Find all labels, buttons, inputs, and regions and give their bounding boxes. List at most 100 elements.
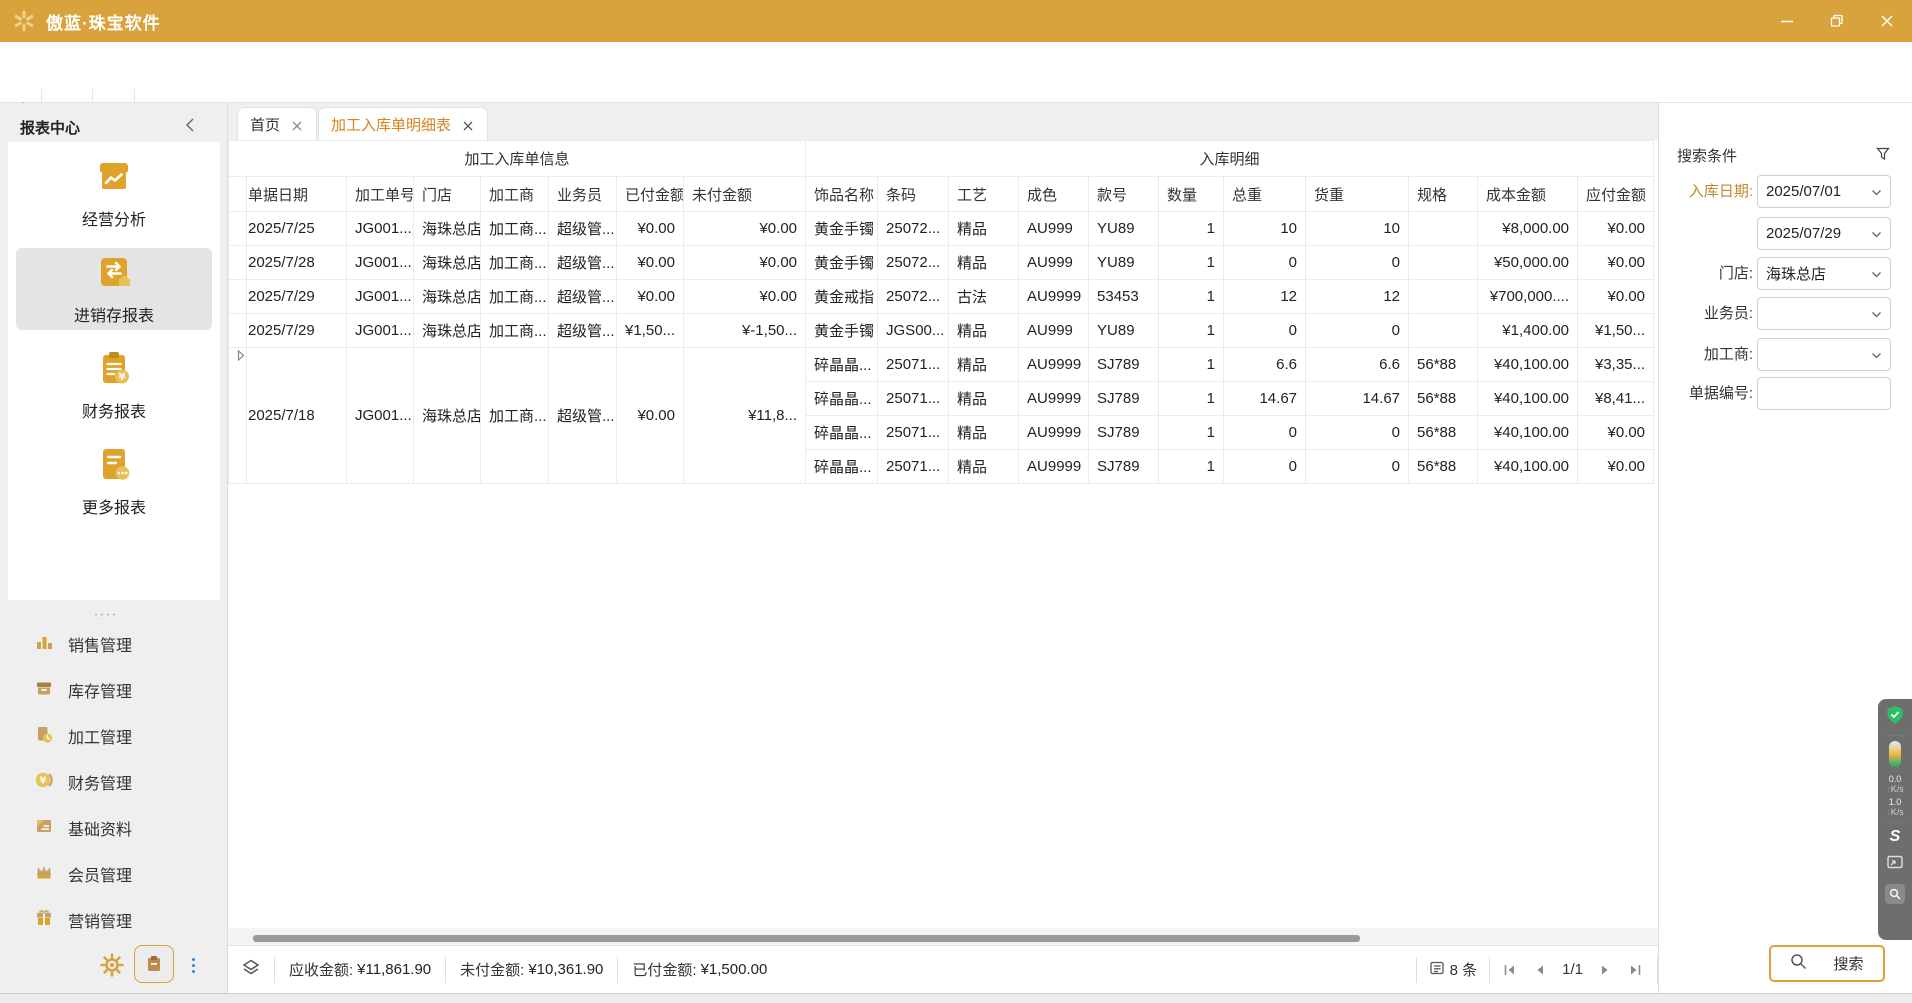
- table-cell: ¥3,35...: [1578, 348, 1654, 382]
- column-header[interactable]: 规格: [1409, 177, 1478, 212]
- sidebar-report-item-2[interactable]: ¥ 财务报表: [16, 344, 212, 426]
- browser-swirl-icon[interactable]: S: [1890, 828, 1901, 846]
- report-item-label: 经营分析: [82, 206, 146, 230]
- table-cell: 1: [1159, 246, 1224, 280]
- table-cell: 1: [1159, 212, 1224, 246]
- tab-processing-inbound-report[interactable]: 加工入库单明细表: [318, 107, 488, 140]
- sidebar-report-item-0[interactable]: 经营分析: [16, 152, 212, 234]
- field-input[interactable]: [1757, 377, 1891, 410]
- column-header[interactable]: 加工单号: [347, 177, 414, 212]
- column-header[interactable]: 未付金额: [684, 177, 806, 212]
- store-analysis-icon: [94, 156, 134, 201]
- sidebar-menu-item-1[interactable]: 库存管理: [0, 667, 228, 713]
- table-row[interactable]: 2025/7/28JG001...海珠总店加工商...超级管...¥0.00¥0…: [229, 246, 1654, 280]
- table-cell: 25072...: [878, 280, 949, 314]
- prev-page-button[interactable]: [1532, 962, 1548, 978]
- column-header[interactable]: 加工商: [481, 177, 549, 212]
- collapse-sidebar-button[interactable]: [185, 117, 201, 133]
- table-row[interactable]: 2025/7/29JG001...海珠总店加工商...超级管...¥1,50..…: [229, 314, 1654, 348]
- search-icon: [1790, 953, 1807, 975]
- column-header[interactable]: 应付金额: [1578, 177, 1654, 212]
- filter-funnel-icon[interactable]: [1876, 147, 1890, 161]
- quick-search-icon[interactable]: [1885, 884, 1905, 904]
- column-header[interactable]: 门店: [414, 177, 481, 212]
- table-row[interactable]: 2025/7/29JG001...海珠总店加工商...超级管...¥0.00¥0…: [229, 280, 1654, 314]
- field-input[interactable]: 2025/07/01: [1757, 175, 1891, 208]
- panel-drag-handle[interactable]: [0, 606, 212, 616]
- field-input[interactable]: [1757, 338, 1891, 371]
- sidebar-report-item-1[interactable]: 进销存报表: [16, 248, 212, 330]
- column-header[interactable]: 成本金额: [1478, 177, 1578, 212]
- more-options-button[interactable]: [186, 953, 200, 977]
- sidebar-report-item-3[interactable]: 更多报表: [16, 440, 212, 522]
- table-cell: 2025/7/25: [247, 212, 347, 246]
- system-float-toolbar: 0.0 ↑K/s 1.0 ↓K/s S: [1878, 699, 1912, 940]
- sidebar: 报表中心 经营分析 进销存报表¥ 财务报表 更多报表 销售管理 库存管理 加工管…: [0, 103, 228, 993]
- last-page-button[interactable]: [1627, 962, 1643, 978]
- table-cell: 精品: [949, 416, 1019, 450]
- column-header[interactable]: 数量: [1159, 177, 1224, 212]
- table-cell: ¥40,100.00: [1478, 382, 1578, 416]
- table-cell: ¥0.00: [1578, 212, 1654, 246]
- upload-speed: 0.0 ↑K/s: [1886, 774, 1904, 794]
- crown-icon: [34, 862, 54, 887]
- column-header[interactable]: 业务员: [549, 177, 617, 212]
- column-header-row: 单据日期加工单号门店加工商业务员已付金额未付金额饰品名称条码工艺成色款号数量总重…: [229, 177, 1654, 212]
- performance-capsule-icon[interactable]: [1889, 741, 1901, 767]
- restore-button[interactable]: [1812, 0, 1862, 42]
- expand-cell: [229, 280, 247, 314]
- tab-home[interactable]: 首页: [237, 107, 317, 140]
- column-header[interactable]: 饰品名称: [806, 177, 878, 212]
- first-page-button[interactable]: [1502, 962, 1518, 978]
- field-input[interactable]: [1757, 297, 1891, 330]
- close-button[interactable]: [1862, 0, 1912, 42]
- table-cell: 1: [1159, 314, 1224, 348]
- column-header[interactable]: 单据日期: [247, 177, 347, 212]
- column-header[interactable]: 工艺: [949, 177, 1019, 212]
- column-header[interactable]: 成色: [1019, 177, 1089, 212]
- sidebar-menu-item-5[interactable]: 会员管理: [0, 851, 228, 897]
- field-input[interactable]: 海珠总店: [1757, 257, 1891, 290]
- column-header[interactable]: 总重: [1224, 177, 1306, 212]
- expand-cell[interactable]: [229, 348, 247, 484]
- column-header[interactable]: 条码: [878, 177, 949, 212]
- column-header[interactable]: 货重: [1306, 177, 1409, 212]
- table-cell: [1409, 212, 1478, 246]
- field-input[interactable]: 2025/07/29: [1757, 217, 1891, 250]
- sidebar-menu-item-4[interactable]: 基础资料: [0, 805, 228, 851]
- sidebar-menu-item-2[interactable]: 加工管理: [0, 713, 228, 759]
- clipboard-icon: [144, 954, 164, 974]
- clipboard-button[interactable]: [134, 945, 174, 983]
- settings-gear-icon[interactable]: [100, 953, 124, 977]
- report-table-area: 加工入库单信息 入库明细单据日期加工单号门店加工商业务员已付金额未付金额饰品名称…: [228, 140, 1658, 928]
- table-cell: [1409, 246, 1478, 280]
- close-tab-icon[interactable]: [292, 118, 304, 130]
- table-cell: ¥0.00: [684, 280, 806, 314]
- group-header: 入库明细: [806, 141, 1654, 177]
- table-cell: 0: [1224, 314, 1306, 348]
- table-row[interactable]: 2025/7/25JG001...海珠总店加工商...超级管...¥0.00¥0…: [229, 212, 1654, 246]
- table-cell: ¥0.00: [617, 280, 684, 314]
- screenshot-crop-icon[interactable]: [1886, 854, 1904, 875]
- security-shield-icon[interactable]: [1886, 705, 1904, 730]
- total-1: 未付金额:¥10,361.90: [446, 959, 617, 980]
- sidebar-menu-item-0[interactable]: 销售管理: [0, 621, 228, 667]
- field-label: 业务员:: [1663, 297, 1753, 330]
- table-cell: AU9999: [1019, 450, 1089, 484]
- close-tab-icon[interactable]: [463, 118, 475, 130]
- table-cell: 黄金手镯: [806, 314, 878, 348]
- merged-cell: 加工商...: [481, 348, 549, 484]
- column-header[interactable]: 款号: [1089, 177, 1159, 212]
- sidebar-menu-item-3[interactable]: ¥ 财务管理: [0, 759, 228, 805]
- search-button[interactable]: 搜索: [1769, 945, 1885, 982]
- table-cell: 黄金戒指: [806, 280, 878, 314]
- more-report-icon: [94, 444, 134, 489]
- column-header[interactable]: 已付金额: [617, 177, 684, 212]
- sidebar-menu-item-6[interactable]: 营销管理: [0, 897, 228, 943]
- table-cell: 超级管...: [549, 280, 617, 314]
- next-page-button[interactable]: [1597, 962, 1613, 978]
- minimize-button[interactable]: [1762, 0, 1812, 42]
- scrollbar-thumb[interactable]: [253, 935, 1360, 942]
- table-row[interactable]: 2025/7/18JG001...海珠总店加工商...超级管...¥0.00¥1…: [229, 348, 1654, 382]
- layers-icon[interactable]: [241, 957, 261, 982]
